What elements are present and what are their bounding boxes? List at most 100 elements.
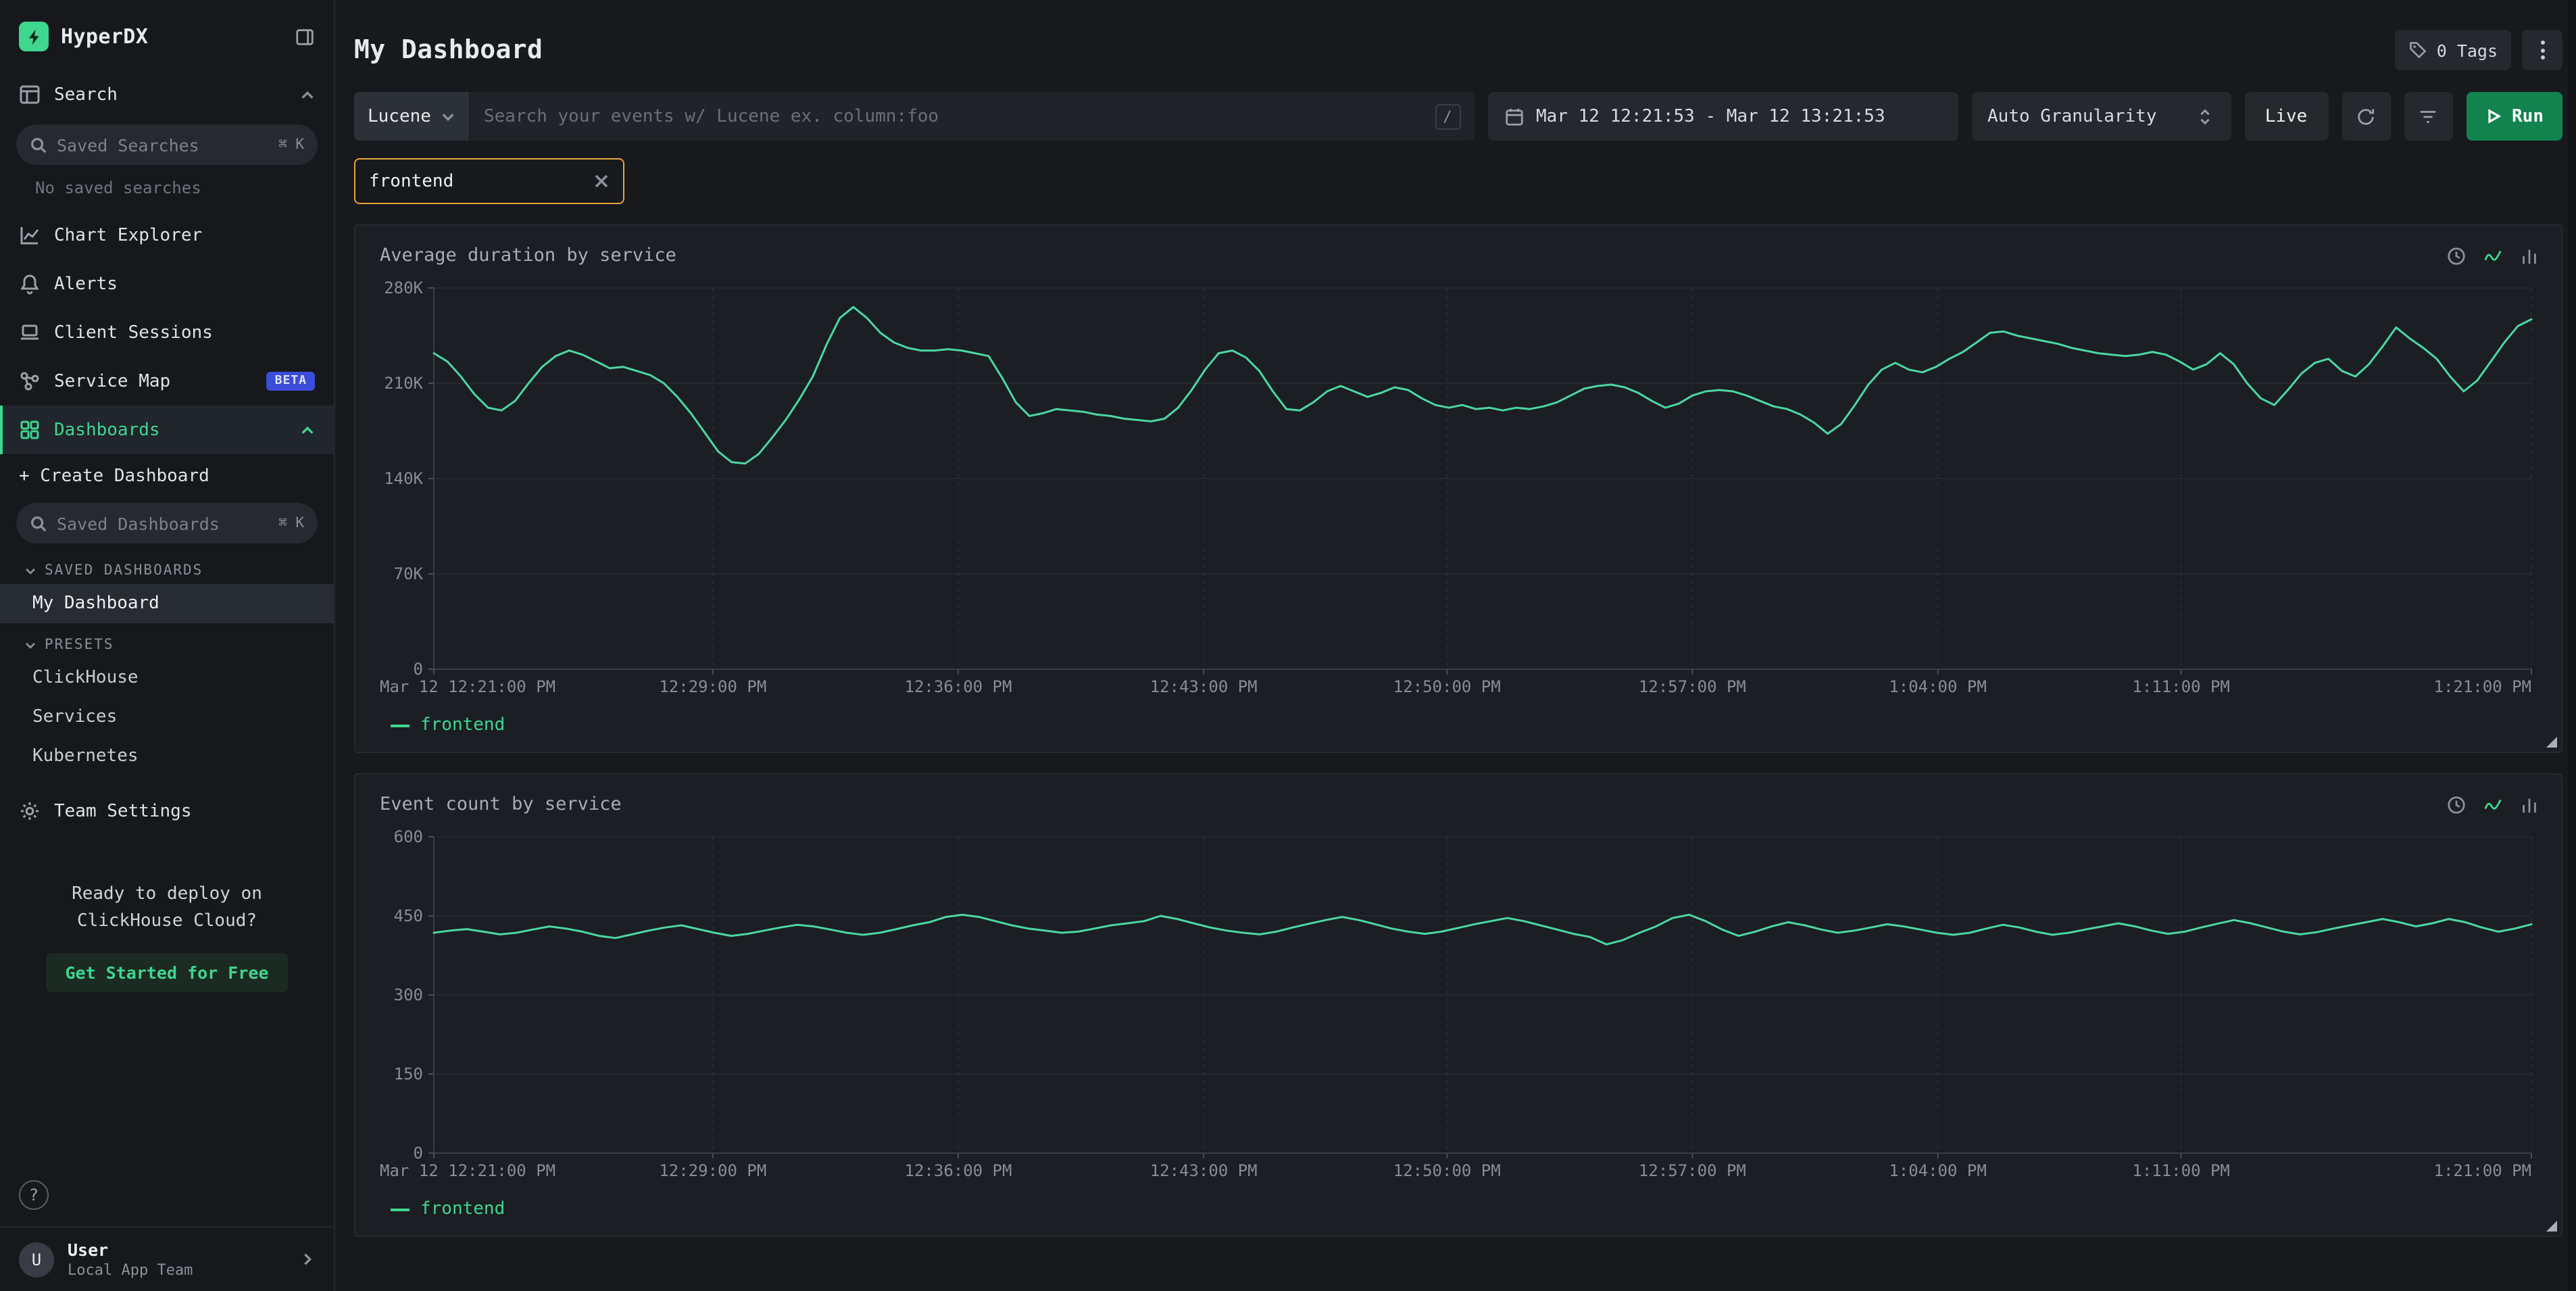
sidebar-item-dashboards[interactable]: Dashboards (0, 406, 334, 454)
time-range-picker[interactable]: Mar 12 12:21:53 - Mar 12 13:21:53 (1487, 92, 1958, 141)
clock-icon[interactable] (2446, 245, 2467, 266)
presets-section-header[interactable]: PRESETS (0, 623, 334, 658)
saved-searches-field[interactable] (57, 135, 269, 155)
play-icon (2485, 108, 2501, 124)
main-content: My Dashboard 0 Tags Lucene / (335, 0, 2576, 1291)
sidebar-item-alerts[interactable]: Alerts (0, 260, 334, 308)
sidebar-item-team-settings[interactable]: Team Settings (0, 787, 334, 835)
svg-text:600: 600 (394, 827, 423, 846)
no-saved-searches-text: No saved searches (0, 170, 334, 211)
sidebar-item-kubernetes[interactable]: Kubernetes (0, 737, 334, 776)
svg-text:450: 450 (394, 906, 423, 925)
granularity-select[interactable]: Auto Granularity (1971, 92, 2231, 141)
svg-text:12:43:00 PM: 12:43:00 PM (1150, 677, 1258, 696)
refresh-button[interactable] (2342, 92, 2390, 141)
more-options-button[interactable] (2522, 30, 2562, 70)
sidebar-item-chart-explorer[interactable]: Chart Explorer (0, 211, 334, 260)
sidebar-item-label: Alerts (54, 274, 315, 294)
search-input[interactable] (484, 106, 1424, 126)
chart-explorer-icon (19, 224, 41, 246)
live-button[interactable]: Live (2244, 92, 2328, 141)
legend-label: frontend (420, 715, 505, 735)
line-chart-icon[interactable] (2483, 794, 2503, 814)
beta-badge: BETA (267, 372, 315, 391)
get-started-button[interactable]: Get Started for Free (46, 953, 287, 992)
chart-title: Average duration by service (380, 245, 2446, 266)
tree-item-label: Kubernetes (32, 746, 139, 766)
sidebar-collapse-icon[interactable] (295, 26, 315, 47)
query-language-select[interactable]: Lucene (354, 92, 470, 141)
chevron-down-icon (441, 109, 455, 124)
tree-item-label: ClickHouse (32, 668, 139, 688)
filter-button[interactable] (2404, 92, 2452, 141)
search-icon (19, 84, 41, 105)
panel-resize-handle[interactable] (2546, 1221, 2557, 1232)
laptop-icon (19, 322, 41, 343)
kebab-icon (2540, 41, 2544, 59)
close-icon[interactable] (593, 173, 610, 189)
time-range-value: Mar 12 12:21:53 - Mar 12 13:21:53 (1536, 106, 1885, 126)
chevrons-up-down-icon (2194, 106, 2214, 126)
granularity-value: Auto Granularity (1987, 106, 2156, 126)
sidebar-item-label: Dashboards (54, 420, 287, 440)
section-header-label: SAVED DASHBOARDS (45, 562, 203, 579)
live-label: Live (2265, 106, 2308, 126)
svg-text:210K: 210K (384, 374, 423, 393)
tags-button[interactable]: 0 Tags (2395, 30, 2511, 70)
sidebar-item-services[interactable]: Services (0, 698, 334, 737)
legend-line (391, 1208, 410, 1211)
sidebar-item-service-map[interactable]: Service Map BETA (0, 357, 334, 406)
filter-chip-label: frontend (369, 171, 453, 191)
svg-text:1:04:00 PM: 1:04:00 PM (1889, 677, 1987, 696)
svg-text:12:29:00 PM: 12:29:00 PM (659, 1161, 766, 1180)
saved-dashboards-field[interactable] (57, 513, 269, 533)
svg-text:12:57:00 PM: 12:57:00 PM (1639, 1161, 1746, 1180)
scrollbar-track[interactable] (2568, 0, 2576, 1291)
chevron-up-icon (300, 87, 315, 102)
shortcut-badge: ⌘ K (278, 515, 304, 531)
user-menu[interactable]: U User Local App Team (0, 1226, 334, 1291)
chevron-up-icon (300, 422, 315, 437)
sidebar-item-label: Team Settings (54, 801, 315, 821)
filter-bar: Lucene / Mar 12 12:21:53 - Mar 12 13:21:… (354, 92, 2562, 141)
svg-text:0: 0 (414, 660, 423, 679)
avatar: U (19, 1242, 54, 1277)
line-chart-icon[interactable] (2483, 245, 2503, 266)
create-dashboard-button[interactable]: + Create Dashboard (0, 454, 334, 497)
svg-text:280K: 280K (384, 278, 423, 297)
sidebar-item-clickhouse[interactable]: ClickHouse (0, 658, 334, 698)
clock-icon[interactable] (2446, 794, 2467, 814)
tags-label: 0 Tags (2437, 40, 2498, 60)
search-icon (30, 136, 47, 153)
legend-label: frontend (420, 1199, 505, 1219)
sidebar-item-client-sessions[interactable]: Client Sessions (0, 308, 334, 357)
sidebar-item-search[interactable]: Search (0, 70, 334, 119)
chart-panel-event-count: Event count by service 0150300450600Mar … (354, 773, 2562, 1237)
saved-searches-input[interactable]: ⌘ K (16, 124, 318, 165)
user-team: Local App Team (68, 1261, 287, 1279)
help-button[interactable]: ? (19, 1180, 49, 1210)
chart-legend: frontend (372, 1188, 2545, 1227)
saved-dashboards-input[interactable]: ⌘ K (16, 503, 318, 543)
chart-svg[interactable]: 070K140K210K280KMar 12 12:21:00 PM12:29:… (372, 277, 2545, 704)
logo-row: HyperDX (0, 0, 334, 70)
sidebar-bottom: ? U User Local App Team (0, 1180, 334, 1291)
sidebar: HyperDX Search ⌘ K No saved searches Cha… (0, 0, 335, 1291)
tag-icon (2408, 41, 2427, 59)
section-header-label: PRESETS (45, 637, 114, 653)
sidebar-item-label: Chart Explorer (54, 225, 315, 245)
svg-text:1:21:00 PM: 1:21:00 PM (2434, 1161, 2532, 1180)
bar-chart-icon[interactable] (2519, 245, 2540, 266)
shortcut-badge: ⌘ K (278, 137, 304, 153)
svg-text:1:11:00 PM: 1:11:00 PM (2132, 1161, 2230, 1180)
filter-chip-frontend[interactable]: frontend (354, 158, 624, 204)
run-button[interactable]: Run (2466, 92, 2562, 141)
sidebar-item-my-dashboard[interactable]: My Dashboard (0, 584, 334, 623)
chart-svg[interactable]: 0150300450600Mar 12 12:21:00 PM12:29:00 … (372, 826, 2545, 1188)
filter-icon (2418, 106, 2438, 126)
saved-dashboards-section-header[interactable]: SAVED DASHBOARDS (0, 549, 334, 584)
svg-text:150: 150 (394, 1065, 423, 1083)
clickhouse-cloud-promo: Ready to deploy on ClickHouse Cloud? Get… (0, 881, 334, 992)
panel-resize-handle[interactable] (2546, 737, 2557, 748)
bar-chart-icon[interactable] (2519, 794, 2540, 814)
